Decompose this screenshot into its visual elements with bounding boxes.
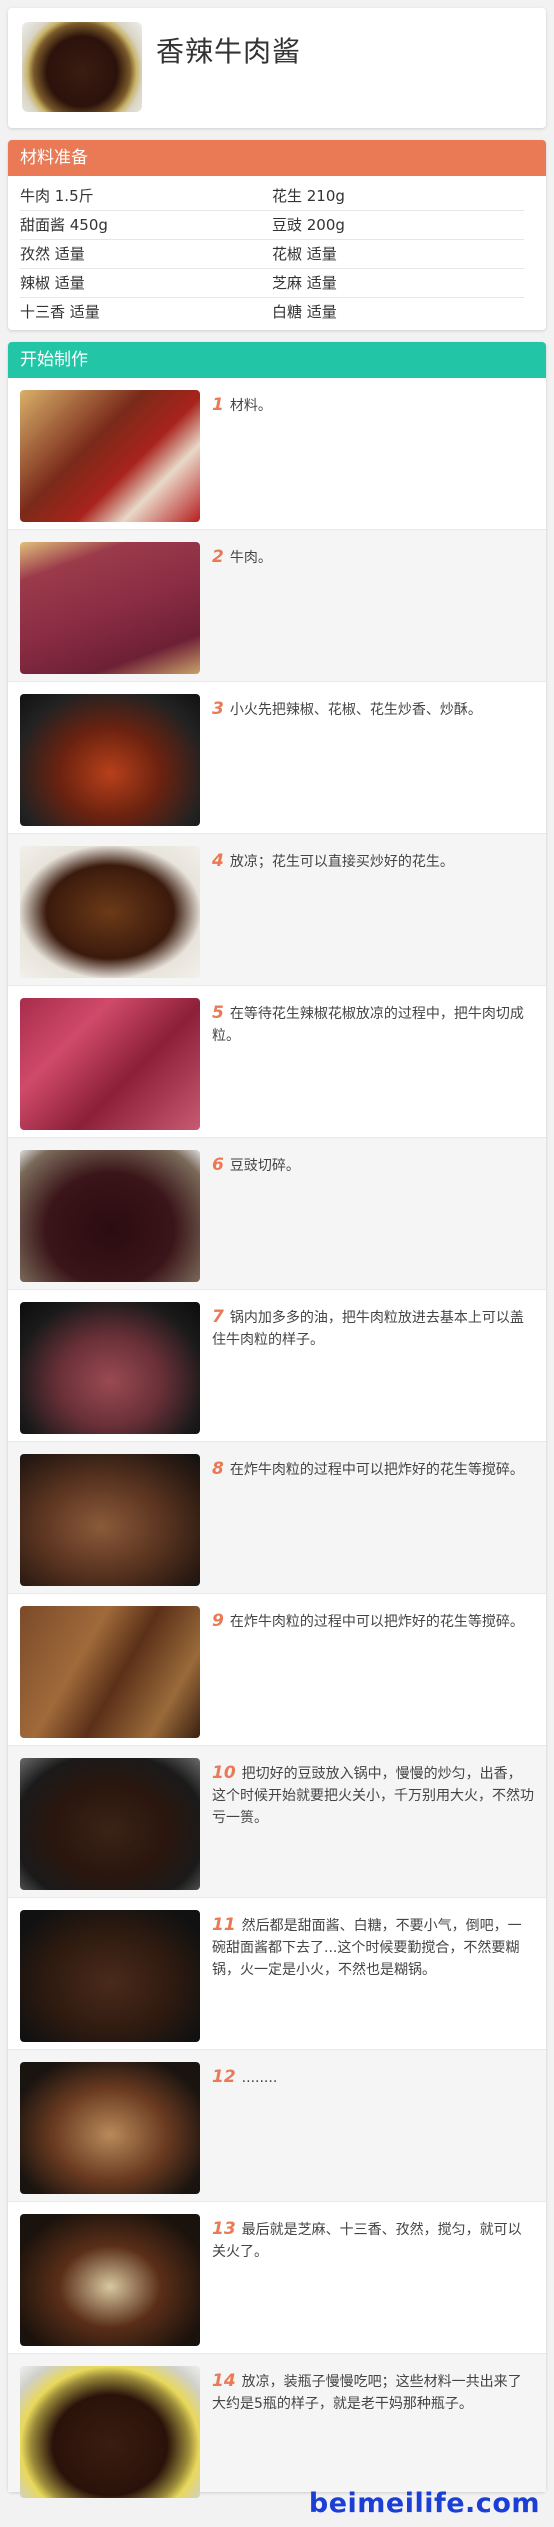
step-text: 放凉；花生可以直接买炒好的花生。	[229, 854, 454, 870]
step-photo[interactable]	[20, 1606, 200, 1738]
ingredient-row: 甜面酱 450g 豆豉 200g	[20, 211, 524, 240]
step-item: 9 在炸牛肉粒的过程中可以把炸好的花生等搅碎。	[8, 1594, 546, 1746]
step-description: 4 放凉；花生可以直接买炒好的花生。	[212, 850, 534, 873]
step-text: 在炸牛肉粒的过程中可以把炸好的花生等搅碎。	[229, 1614, 524, 1630]
ingredients-heading: 材料准备	[8, 140, 546, 176]
step-text: 小火先把辣椒、花椒、花生炒香、炒酥。	[229, 702, 482, 718]
site-watermark: beimeilife.com	[308, 2488, 540, 2519]
step-description: 12........	[212, 2066, 534, 2089]
step-text: 最后就是芝麻、十三香、孜然，搅匀，就可以关火了。	[212, 2222, 522, 2260]
step-description: 5 在等待花生辣椒花椒放凉的过程中，把牛肉切成粒。	[212, 1002, 534, 1047]
step-number: 8	[212, 1459, 224, 1479]
step-description: 9 在炸牛肉粒的过程中可以把炸好的花生等搅碎。	[212, 1610, 534, 1633]
step-text: ........	[241, 2070, 278, 2086]
step-description: 1 材料。	[212, 394, 534, 417]
step-item: 2 牛肉。	[8, 530, 546, 682]
ingredient-item: 甜面酱 450g	[20, 216, 108, 234]
steps-section: 开始制作 1 材料。 2 牛肉。 3 小火先把辣椒、花椒、花生炒香、炒酥。 4 放凉；花…	[8, 342, 546, 2498]
step-photo[interactable]	[20, 1910, 200, 2042]
step-number: 12	[212, 2067, 236, 2087]
step-description: 3 小火先把辣椒、花椒、花生炒香、炒酥。	[212, 698, 534, 721]
ingredient-item: 豆豉 200g	[272, 216, 345, 234]
step-photo[interactable]	[20, 1758, 200, 1890]
ingredient-row: 十三香 适量 白糖 适量	[20, 298, 524, 327]
step-text: 放凉，装瓶子慢慢吃吧；这些材料一共出来了大约是5瓶的样子，就是老干妈那种瓶子。	[212, 2374, 522, 2412]
step-photo[interactable]	[20, 1302, 200, 1434]
step-item: 4 放凉；花生可以直接买炒好的花生。	[8, 834, 546, 986]
step-photo[interactable]	[20, 390, 200, 522]
ingredient-item: 牛肉 1.5斤	[20, 187, 94, 205]
step-text: 牛肉。	[229, 550, 272, 566]
step-photo[interactable]	[20, 694, 200, 826]
step-number: 2	[212, 547, 224, 567]
step-number: 14	[212, 2371, 236, 2391]
step-text: 豆豉切碎。	[229, 1158, 300, 1174]
step-photo[interactable]	[20, 1454, 200, 1586]
step-number: 6	[212, 1155, 224, 1175]
step-number: 5	[212, 1003, 224, 1023]
step-item: 7 锅内加多多的油，把牛肉粒放进去基本上可以盖住牛肉粒的样子。	[8, 1290, 546, 1442]
ingredient-row: 孜然 适量 花椒 适量	[20, 240, 524, 269]
step-description: 14 放凉，装瓶子慢慢吃吧；这些材料一共出来了大约是5瓶的样子，就是老干妈那种瓶子…	[212, 2370, 534, 2415]
ingredient-item: 白糖 适量	[272, 303, 337, 321]
step-number: 9	[212, 1611, 224, 1631]
step-photo[interactable]	[20, 846, 200, 978]
ingredient-row: 辣椒 适量 芝麻 适量	[20, 269, 524, 298]
step-text: 锅内加多多的油，把牛肉粒放进去基本上可以盖住牛肉粒的样子。	[212, 1310, 524, 1348]
ingredient-item: 十三香 适量	[20, 303, 100, 321]
step-number: 10	[212, 1763, 236, 1783]
ingredient-item: 孜然 适量	[20, 245, 85, 263]
step-description: 2 牛肉。	[212, 546, 534, 569]
step-item: 12........	[8, 2050, 546, 2202]
step-number: 3	[212, 699, 224, 719]
step-item: 3 小火先把辣椒、花椒、花生炒香、炒酥。	[8, 682, 546, 834]
step-number: 4	[212, 851, 224, 871]
step-description: 10 把切好的豆豉放入锅中，慢慢的炒匀，出香，这个时候开始就要把火关小，千万别用大…	[212, 1762, 534, 1829]
step-item: 11 然后都是甜面酱、白糖，不要小气，倒吧，一碗甜面酱都下去了...这个时候要勤搅…	[8, 1898, 546, 2050]
step-item: 13 最后就是芝麻、十三香、孜然，搅匀，就可以关火了。	[8, 2202, 546, 2354]
step-item: 8 在炸牛肉粒的过程中可以把炸好的花生等搅碎。	[8, 1442, 546, 1594]
recipe-cover-image[interactable]	[22, 22, 142, 112]
ingredient-item: 花椒 适量	[272, 245, 337, 263]
step-photo[interactable]	[20, 1150, 200, 1282]
ingredient-item: 花生 210g	[272, 187, 345, 205]
step-photo[interactable]	[20, 2062, 200, 2194]
step-photo[interactable]	[20, 998, 200, 1130]
step-number: 13	[212, 2219, 236, 2239]
step-description: 7 锅内加多多的油，把牛肉粒放进去基本上可以盖住牛肉粒的样子。	[212, 1306, 534, 1351]
step-description: 6 豆豉切碎。	[212, 1154, 534, 1177]
step-item: 1 材料。	[8, 378, 546, 530]
steps-heading: 开始制作	[8, 342, 546, 378]
step-number: 7	[212, 1307, 224, 1327]
step-text: 材料。	[229, 398, 272, 414]
step-item: 5 在等待花生辣椒花椒放凉的过程中，把牛肉切成粒。	[8, 986, 546, 1138]
recipe-title: 香辣牛肉酱	[156, 35, 302, 68]
step-description: 11 然后都是甜面酱、白糖，不要小气，倒吧，一碗甜面酱都下去了...这个时候要勤搅…	[212, 1914, 534, 1981]
step-photo[interactable]	[20, 2366, 200, 2498]
step-item: 10 把切好的豆豉放入锅中，慢慢的炒匀，出香，这个时候开始就要把火关小，千万别用大…	[8, 1746, 546, 1898]
step-number: 11	[212, 1915, 236, 1935]
step-text: 在等待花生辣椒花椒放凉的过程中，把牛肉切成粒。	[212, 1006, 524, 1044]
ingredients-section: 材料准备 牛肉 1.5斤 花生 210g 甜面酱 450g 豆豉 200g 孜然…	[8, 140, 546, 330]
ingredient-row: 牛肉 1.5斤 花生 210g	[20, 182, 524, 211]
ingredient-item: 辣椒 适量	[20, 274, 85, 292]
ingredient-item: 芝麻 适量	[272, 274, 337, 292]
step-photo[interactable]	[20, 542, 200, 674]
ingredients-list: 牛肉 1.5斤 花生 210g 甜面酱 450g 豆豉 200g 孜然 适量 花…	[20, 182, 524, 327]
step-item: 6 豆豉切碎。	[8, 1138, 546, 1290]
step-text: 然后都是甜面酱、白糖，不要小气，倒吧，一碗甜面酱都下去了...这个时候要勤搅合，…	[212, 1918, 522, 1978]
step-text: 把切好的豆豉放入锅中，慢慢的炒匀，出香，这个时候开始就要把火关小，千万别用大火，…	[212, 1766, 534, 1826]
step-text: 在炸牛肉粒的过程中可以把炸好的花生等搅碎。	[229, 1462, 524, 1478]
step-number: 1	[212, 395, 224, 415]
step-description: 8 在炸牛肉粒的过程中可以把炸好的花生等搅碎。	[212, 1458, 534, 1481]
recipe-header: 香辣牛肉酱	[8, 8, 546, 128]
step-photo[interactable]	[20, 2214, 200, 2346]
step-description: 13 最后就是芝麻、十三香、孜然，搅匀，就可以关火了。	[212, 2218, 534, 2263]
step-item: 14 放凉，装瓶子慢慢吃吧；这些材料一共出来了大约是5瓶的样子，就是老干妈那种瓶子…	[8, 2354, 546, 2498]
